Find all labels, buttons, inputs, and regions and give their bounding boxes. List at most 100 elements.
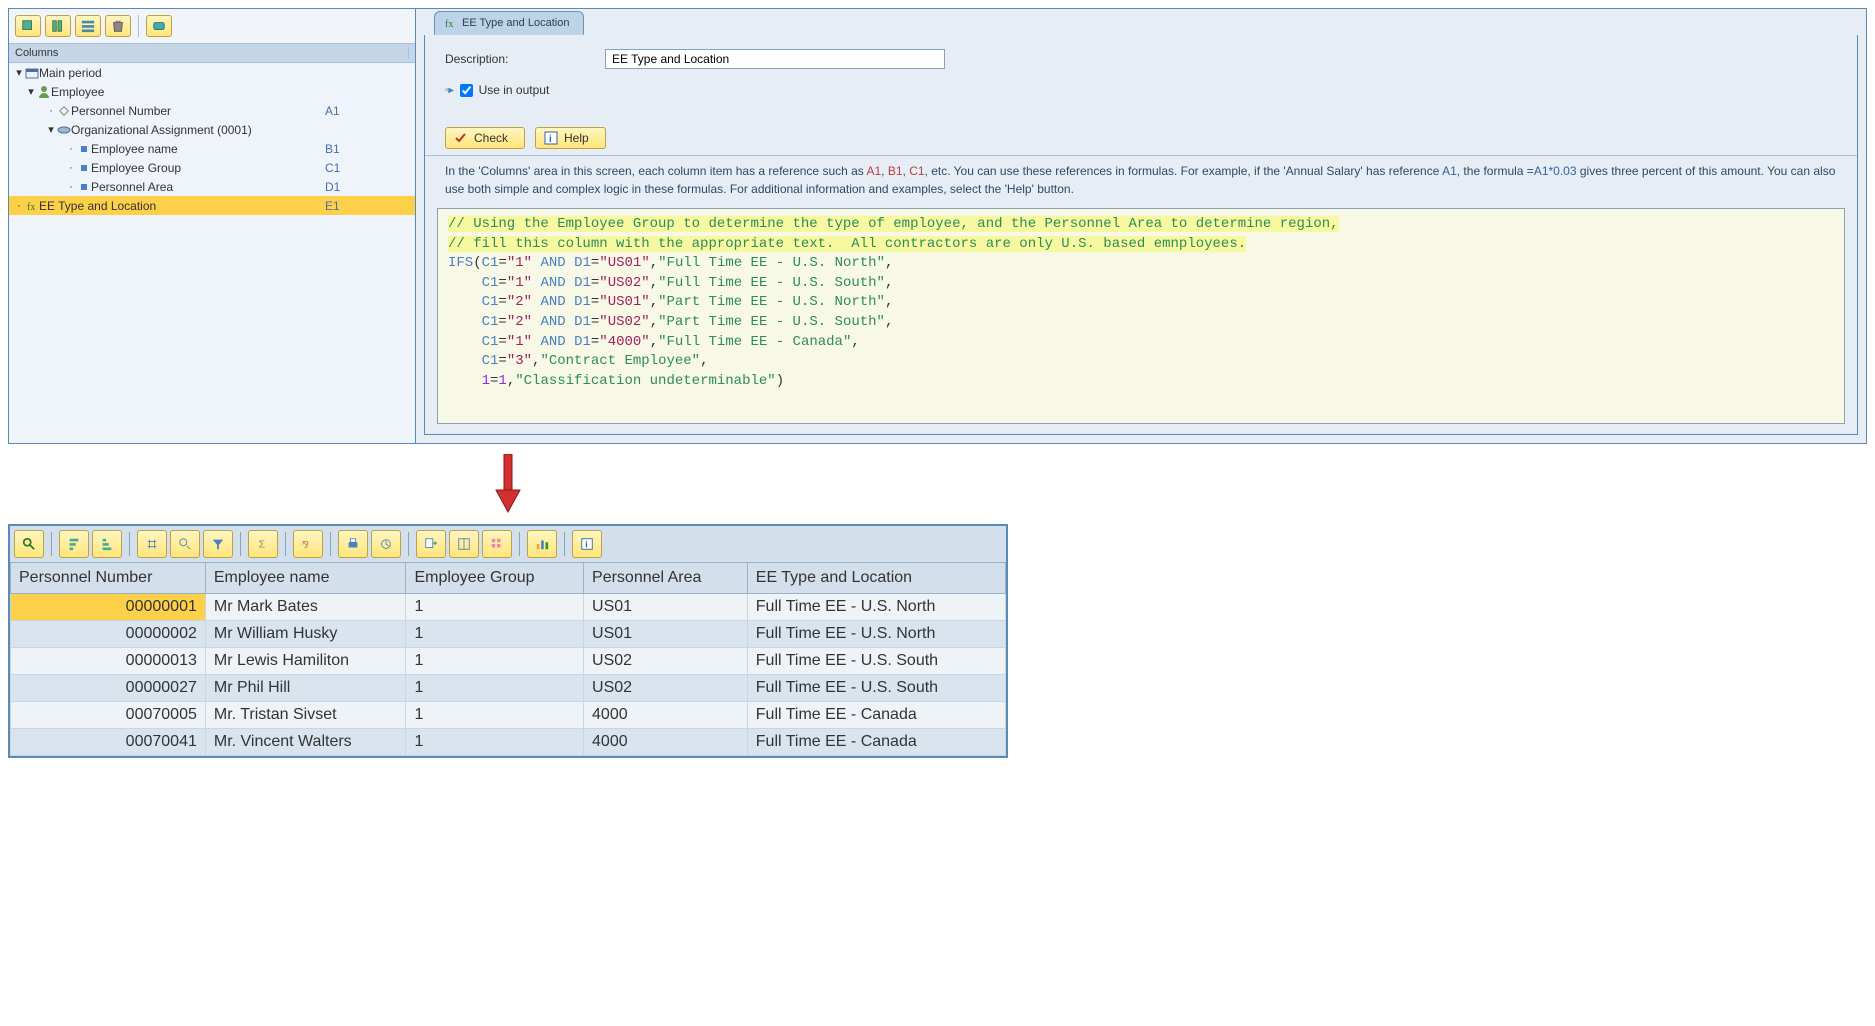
cell-pn: 00000013 bbox=[11, 648, 206, 675]
person-icon bbox=[37, 85, 51, 99]
table-row[interactable]: 00000001Mr Mark Bates1US01Full Time EE -… bbox=[11, 594, 1006, 621]
add-column-button[interactable] bbox=[15, 15, 41, 37]
formula-icon: fx bbox=[443, 16, 457, 30]
cell-eg: 1 bbox=[406, 621, 584, 648]
table-row[interactable]: 00000002Mr William Husky1US01Full Time E… bbox=[11, 621, 1006, 648]
result-toolbar: Σ ⅋ i bbox=[10, 526, 1006, 562]
columns-header: Columns bbox=[9, 44, 415, 63]
col-personnel-number[interactable]: Personnel Number bbox=[11, 563, 206, 594]
guidance-text: In the 'Columns' area in this screen, ea… bbox=[425, 155, 1857, 204]
table-row[interactable]: 00000013Mr Lewis Hamiliton1US02Full Time… bbox=[11, 648, 1006, 675]
columns-tree: ▾ Main period ▾ Employee · bbox=[9, 63, 415, 443]
field-icon bbox=[77, 180, 91, 194]
tree-employee-name[interactable]: · Employee name B1 bbox=[9, 139, 415, 158]
col-employee-name[interactable]: Employee name bbox=[205, 563, 406, 594]
cell-etl: Full Time EE - Canada bbox=[747, 702, 1005, 729]
tree-employee-group[interactable]: · Employee Group C1 bbox=[9, 158, 415, 177]
period-icon bbox=[25, 66, 39, 80]
tree-ee-type-location[interactable]: · fx EE Type and Location E1 bbox=[9, 196, 415, 215]
layout-button[interactable] bbox=[75, 15, 101, 37]
tree-personnel-area[interactable]: · Personnel Area D1 bbox=[9, 177, 415, 196]
table-row[interactable]: 00070041Mr. Vincent Walters14000Full Tim… bbox=[11, 729, 1006, 756]
check-button[interactable]: Check bbox=[445, 127, 525, 149]
help-button[interactable]: i Help bbox=[535, 127, 606, 149]
svg-text:fx: fx bbox=[445, 19, 453, 30]
tree-org-assignment[interactable]: ▾ Organizational Assignment (0001) bbox=[9, 120, 415, 139]
col-ee-type-location[interactable]: EE Type and Location bbox=[747, 563, 1005, 594]
table-row[interactable]: 00000027Mr Phil Hill1US02Full Time EE - … bbox=[11, 675, 1006, 702]
cell-etl: Full Time EE - Canada bbox=[747, 729, 1005, 756]
local-file-button[interactable] bbox=[371, 530, 401, 558]
use-in-output-label: Use in output bbox=[479, 83, 550, 97]
description-input[interactable] bbox=[605, 49, 945, 69]
sort-desc-button[interactable] bbox=[92, 530, 122, 558]
edit-column-button[interactable] bbox=[45, 15, 71, 37]
tab-label: EE Type and Location bbox=[462, 17, 569, 29]
find-button[interactable] bbox=[137, 530, 167, 558]
cell-eg: 1 bbox=[406, 594, 584, 621]
diamond-icon bbox=[57, 104, 71, 118]
subtotal-button[interactable]: ⅋ bbox=[293, 530, 323, 558]
result-table: Personnel Number Employee name Employee … bbox=[10, 562, 1006, 756]
field-icon bbox=[77, 161, 91, 175]
cell-pa: US01 bbox=[584, 594, 748, 621]
filter-button[interactable] bbox=[203, 530, 233, 558]
columns-toolbar bbox=[9, 9, 415, 44]
delete-column-button[interactable] bbox=[105, 15, 131, 37]
cell-eg: 1 bbox=[406, 648, 584, 675]
cell-etl: Full Time EE - U.S. South bbox=[747, 675, 1005, 702]
cell-pa: 4000 bbox=[584, 729, 748, 756]
cell-etl: Full Time EE - U.S. South bbox=[747, 648, 1005, 675]
cell-en: Mr. Tristan Sivset bbox=[205, 702, 406, 729]
field-icon bbox=[77, 142, 91, 156]
tree-employee[interactable]: ▾ Employee bbox=[9, 82, 415, 101]
sort-asc-button[interactable] bbox=[59, 530, 89, 558]
cell-pa: US01 bbox=[584, 621, 748, 648]
cell-en: Mr Mark Bates bbox=[205, 594, 406, 621]
settings-button[interactable] bbox=[146, 15, 172, 37]
details-button[interactable] bbox=[14, 530, 44, 558]
print-button[interactable] bbox=[338, 530, 368, 558]
cell-en: Mr Lewis Hamiliton bbox=[205, 648, 406, 675]
cell-en: Mr Phil Hill bbox=[205, 675, 406, 702]
info-icon: i bbox=[544, 131, 558, 145]
col-personnel-area[interactable]: Personnel Area bbox=[584, 563, 748, 594]
infotype-icon bbox=[57, 123, 71, 137]
switch-layout-button[interactable] bbox=[449, 530, 479, 558]
output-arrow-icon: ▫▸ bbox=[445, 85, 454, 96]
cell-pn: 00000002 bbox=[11, 621, 206, 648]
export-button[interactable] bbox=[416, 530, 446, 558]
svg-text:i: i bbox=[585, 540, 587, 550]
grid-button[interactable] bbox=[482, 530, 512, 558]
cell-eg: 1 bbox=[406, 702, 584, 729]
definition-panel: fx EE Type and Location Description: ▫▸ … bbox=[416, 9, 1866, 443]
sum-button[interactable]: Σ bbox=[248, 530, 278, 558]
svg-text:fx: fx bbox=[27, 202, 35, 213]
tree-main-period[interactable]: ▾ Main period bbox=[9, 63, 415, 82]
cell-en: Mr. Vincent Walters bbox=[205, 729, 406, 756]
svg-text:⅋: ⅋ bbox=[302, 540, 309, 550]
cell-etl: Full Time EE - U.S. North bbox=[747, 594, 1005, 621]
use-in-output-checkbox[interactable] bbox=[460, 84, 473, 97]
svg-text:Σ: Σ bbox=[259, 539, 266, 551]
check-icon bbox=[454, 131, 468, 145]
cell-eg: 1 bbox=[406, 729, 584, 756]
arrow-down-icon bbox=[488, 454, 528, 514]
col-employee-group[interactable]: Employee Group bbox=[406, 563, 584, 594]
cell-pn: 00000001 bbox=[11, 594, 206, 621]
cell-pn: 00070041 bbox=[11, 729, 206, 756]
table-row[interactable]: 00070005Mr. Tristan Sivset14000Full Time… bbox=[11, 702, 1006, 729]
tab-ee-type-location[interactable]: fx EE Type and Location bbox=[434, 11, 584, 35]
find-next-button[interactable] bbox=[170, 530, 200, 558]
tree-personnel-number[interactable]: · Personnel Number A1 bbox=[9, 101, 415, 120]
columns-panel: Columns ▾ Main period ▾ Employee · bbox=[9, 9, 416, 443]
cell-eg: 1 bbox=[406, 675, 584, 702]
formula-editor[interactable]: // Using the Employee Group to determine… bbox=[437, 208, 1845, 424]
cell-pa: US02 bbox=[584, 648, 748, 675]
info-button[interactable]: i bbox=[572, 530, 602, 558]
cell-pa: US02 bbox=[584, 675, 748, 702]
flow-arrow bbox=[8, 454, 1008, 514]
cell-etl: Full Time EE - U.S. North bbox=[747, 621, 1005, 648]
svg-text:i: i bbox=[549, 134, 552, 145]
chart-button[interactable] bbox=[527, 530, 557, 558]
